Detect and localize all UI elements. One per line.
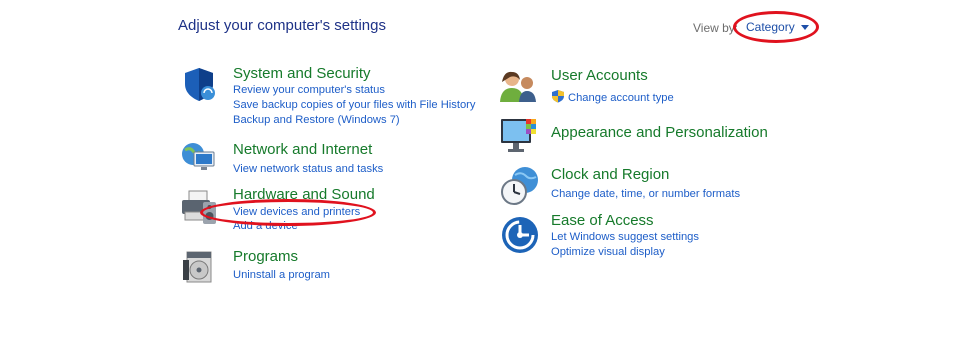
ease-of-access-icon xyxy=(500,215,540,255)
view-by-value: Category xyxy=(746,20,795,34)
shield-icon xyxy=(181,66,217,102)
uac-shield-icon xyxy=(551,89,565,103)
category-system-security[interactable]: System and Security xyxy=(233,65,371,82)
link-optimize-visual-display[interactable]: Optimize visual display xyxy=(551,246,665,258)
category-appearance-personalization[interactable]: Appearance and Personalization xyxy=(551,124,768,141)
monitor-palette-icon xyxy=(499,115,541,157)
category-network-internet[interactable]: Network and Internet xyxy=(233,141,372,158)
chevron-down-icon xyxy=(800,25,809,31)
category-ease-of-access[interactable]: Ease of Access xyxy=(551,212,654,229)
page-title: Adjust your computer's settings xyxy=(178,17,386,34)
view-by-label: View by: xyxy=(693,21,739,35)
link-uninstall-program[interactable]: Uninstall a program xyxy=(233,269,330,281)
link-backup-restore[interactable]: Backup and Restore (Windows 7) xyxy=(233,114,400,126)
users-icon xyxy=(498,68,540,104)
network-globe-icon xyxy=(180,138,216,174)
printer-speaker-icon xyxy=(179,188,219,228)
link-devices-printers[interactable]: View devices and printers xyxy=(233,206,360,218)
link-file-history[interactable]: Save backup copies of your files with Fi… xyxy=(233,99,476,111)
link-windows-suggest-settings[interactable]: Let Windows suggest settings xyxy=(551,231,699,243)
category-user-accounts[interactable]: User Accounts xyxy=(551,67,648,84)
link-review-status[interactable]: Review your computer's status xyxy=(233,84,385,96)
category-hardware-sound[interactable]: Hardware and Sound xyxy=(233,186,375,203)
programs-disc-icon xyxy=(181,249,217,285)
link-change-account-type[interactable]: Change account type xyxy=(551,89,674,104)
view-by-dropdown[interactable]: Category xyxy=(746,20,809,34)
clock-globe-icon xyxy=(499,165,541,207)
link-add-device[interactable]: Add a device xyxy=(233,220,298,232)
category-programs[interactable]: Programs xyxy=(233,248,298,265)
category-clock-region[interactable]: Clock and Region xyxy=(551,166,669,183)
link-change-account-type-label: Change account type xyxy=(568,92,674,104)
link-date-time-formats[interactable]: Change date, time, or number formats xyxy=(551,188,740,200)
link-network-status[interactable]: View network status and tasks xyxy=(233,163,383,175)
